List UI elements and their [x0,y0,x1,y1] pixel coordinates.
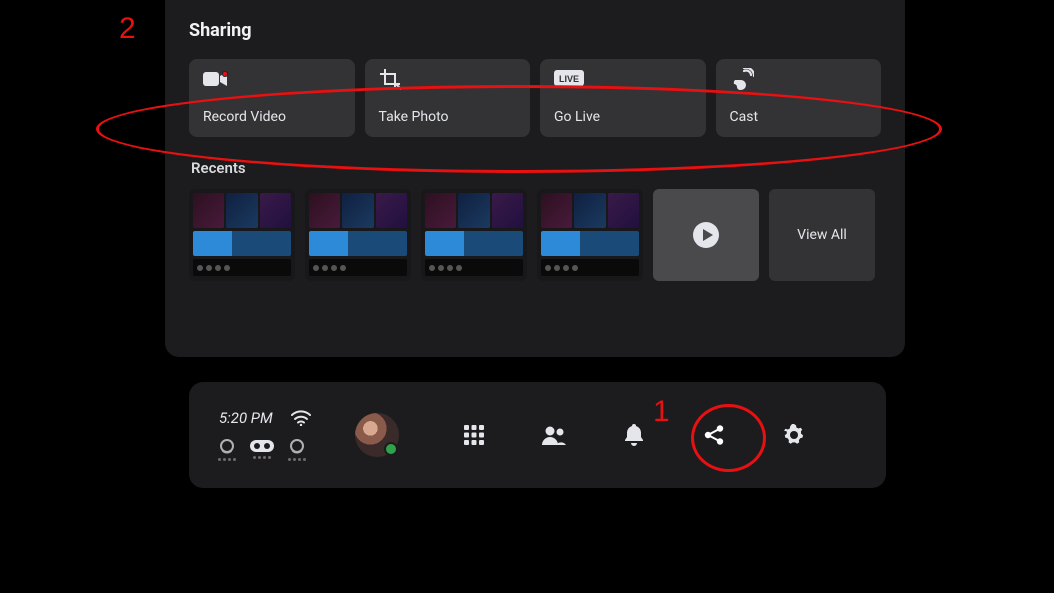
quick-pill-center[interactable] [249,439,275,461]
recent-play-button[interactable] [653,189,759,281]
play-icon [692,221,720,249]
annotation-label-1: 1 [653,395,670,429]
apps-grid-icon [463,424,485,446]
quick-pill-left[interactable] [217,439,237,461]
recents-row: View All [187,189,883,281]
recent-thumb-4[interactable] [537,189,643,281]
bell-icon [624,424,644,446]
video-camera-icon [203,69,341,89]
go-live-label: Go Live [554,109,692,125]
vr-goggles-icon [249,439,275,453]
record-video-button[interactable]: Record Video [189,59,355,137]
panel-title: Sharing [189,20,883,41]
sharing-options-row: Record Video Take Photo LIVE Go Live Cas… [187,59,883,137]
notifications-button[interactable] [621,422,647,448]
take-photo-button[interactable]: Take Photo [365,59,531,137]
annotation-label-2: 2 [119,12,136,46]
cast-icon [730,69,868,89]
settings-button[interactable] [781,422,807,448]
clock: 5:20 PM [219,409,273,427]
oculus-mirror-icon [287,439,307,455]
recent-thumb-3[interactable] [421,189,527,281]
take-photo-label: Take Photo [379,109,517,125]
svg-text:LIVE: LIVE [559,74,579,84]
dock-nav [461,422,807,448]
apps-button[interactable] [461,422,487,448]
view-all-button[interactable]: View All [769,189,875,281]
cast-button[interactable]: Cast [716,59,882,137]
gear-icon [783,424,805,446]
share-button[interactable] [701,422,727,448]
dock-status: 5:20 PM [217,409,327,461]
dock: 5:20 PM [189,382,886,488]
people-button[interactable] [541,422,567,448]
go-live-button[interactable]: LIVE Go Live [540,59,706,137]
wifi-icon [291,410,311,426]
people-icon [541,425,567,445]
crop-camera-icon [379,69,517,89]
quick-pill-right[interactable] [287,439,307,461]
record-video-label: Record Video [203,109,341,125]
sharing-panel: Sharing Record Video Take Photo LIVE Go … [165,0,905,357]
live-badge-icon: LIVE [554,69,692,89]
oculus-headset-icon [217,439,237,455]
view-all-label: View All [797,227,847,243]
share-icon [703,424,725,446]
recent-thumb-1[interactable] [189,189,295,281]
cast-label: Cast [730,109,868,125]
recents-title: Recents [191,159,883,177]
recent-thumb-2[interactable] [305,189,411,281]
avatar[interactable] [355,413,399,457]
